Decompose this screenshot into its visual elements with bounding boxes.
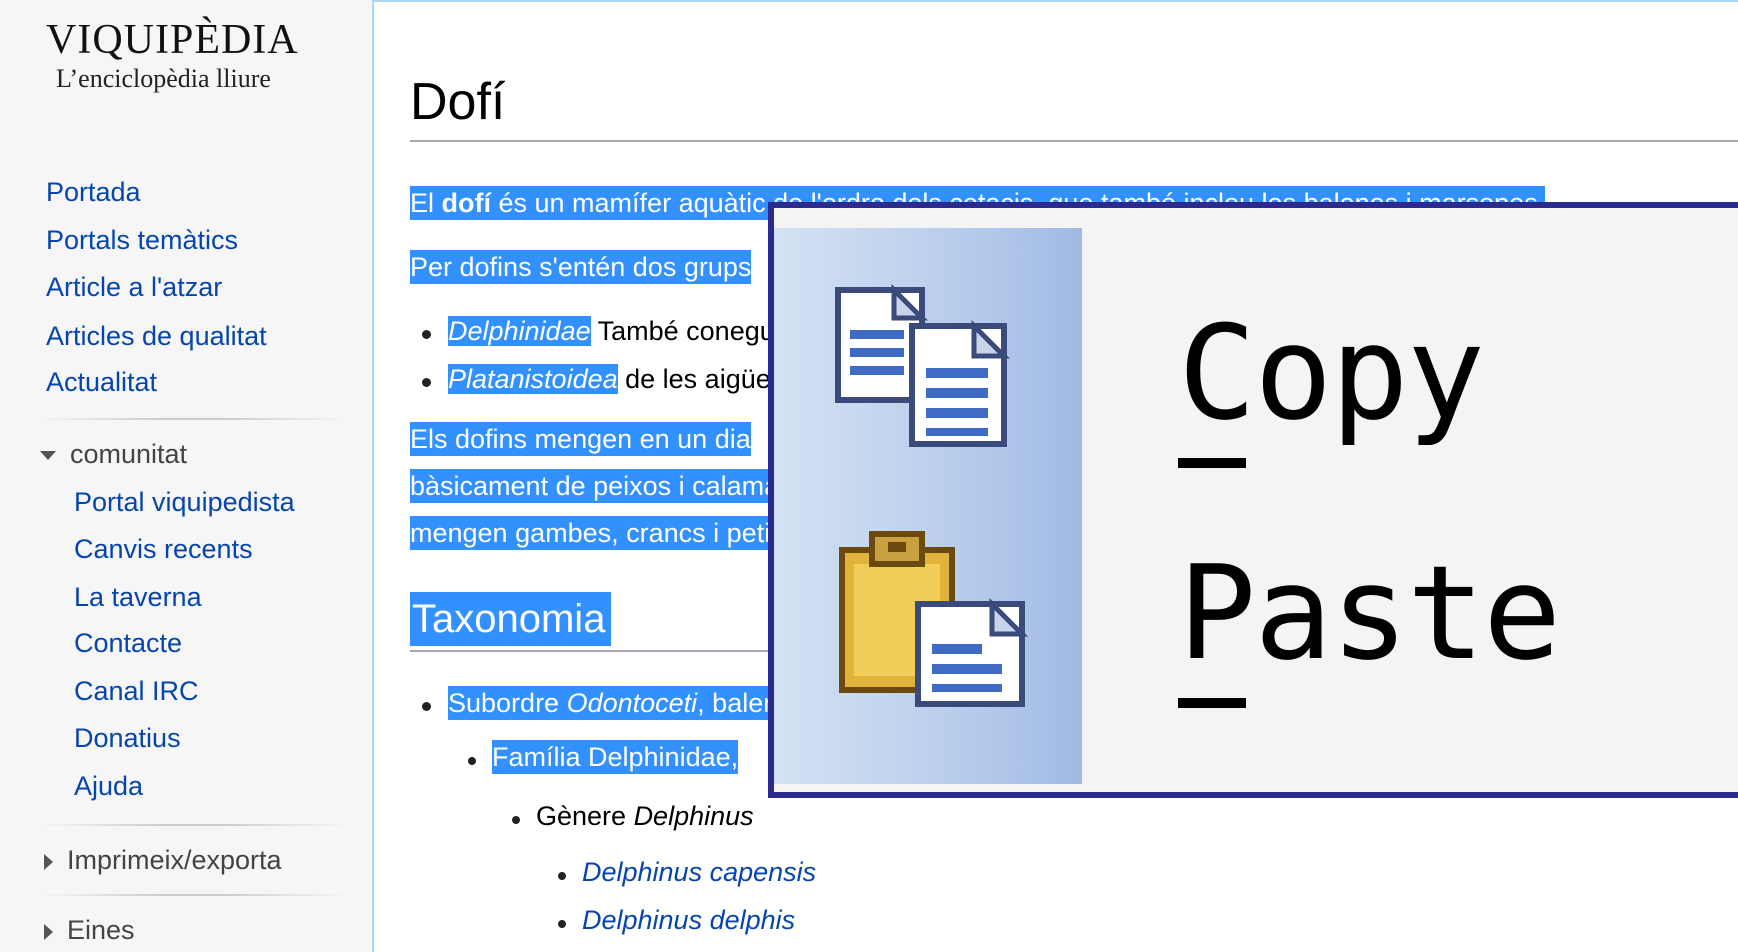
taxonomy-genus: Gènere Delphinus <box>536 799 754 833</box>
copy-icon <box>835 283 1011 447</box>
genus-name: Delphinus <box>633 801 754 831</box>
section-heading-taxonomy: Taxonomia <box>410 592 612 646</box>
context-menu: Copy Paste <box>768 202 1738 798</box>
list-item-text: També coneguts <box>590 316 796 346</box>
community-heading: comunitat <box>70 439 188 469</box>
tools-heading: Eines <box>67 915 135 945</box>
para1-pre: El <box>410 188 442 218</box>
suborder-prefix: Subordre <box>448 688 567 718</box>
logo-tagline: L’enciclopèdia lliure <box>56 64 271 93</box>
suborder-link[interactable]: Odontoceti <box>567 688 698 718</box>
page-title: Dofí <box>410 73 506 131</box>
nav-item-portada[interactable]: Portada <box>46 176 141 208</box>
list-bullet <box>468 757 476 765</box>
logo-title: VIQUIPÈDIA <box>46 17 299 63</box>
content-top-border <box>374 0 1738 2</box>
site-logo[interactable]: VIQUIPÈDIA L’enciclopèdia lliure <box>46 16 346 94</box>
sidebar: VIQUIPÈDIA L’enciclopèdia lliure Portada… <box>0 0 374 952</box>
nav-item-recent-changes[interactable]: Canvis recents <box>74 533 253 565</box>
list-item: Delphinidae També coneguts <box>448 314 796 348</box>
paste-label: Paste <box>1178 537 1561 689</box>
list-item-link[interactable]: Delphinidae <box>448 316 591 346</box>
article-paragraph-3-line: Els dofins mengen en un dia <box>410 422 751 456</box>
context-menu-copy[interactable]: Copy <box>774 228 1738 488</box>
print-export-section-toggle[interactable]: Imprimeix/exporta <box>40 844 282 876</box>
context-menu-body: Copy Paste <box>774 208 1738 792</box>
list-item-link[interactable]: Platanistoidea <box>448 364 618 394</box>
nav-item-help[interactable]: Ajuda <box>74 770 143 802</box>
nav-item-donate[interactable]: Donatius <box>74 722 181 754</box>
accelerator-underline <box>1178 698 1246 708</box>
article-paragraph-3-line: mengen gambes, crancs i petits <box>410 516 792 550</box>
taxonomy-suborder: Subordre Odontoceti, balenes <box>448 686 807 720</box>
taxonomy-species: Delphinus capensis <box>582 855 816 889</box>
nav-item-irc[interactable]: Canal IRC <box>74 675 199 707</box>
list-item-text: de les aigües <box>617 364 785 394</box>
copy-label: Copy <box>1178 297 1485 449</box>
species-link[interactable]: Delphinus capensis <box>582 857 816 887</box>
nav-item-portals[interactable]: Portals temàtics <box>46 224 238 256</box>
nav-item-current-events[interactable]: Actualitat <box>46 366 157 398</box>
article-paragraph-3-line: bàsicament de peixos i calamars <box>410 469 802 503</box>
print-export-heading: Imprimeix/exporta <box>67 845 282 875</box>
tools-section-toggle[interactable]: Eines <box>40 914 135 946</box>
list-bullet <box>558 920 566 928</box>
context-menu-paste[interactable]: Paste <box>774 508 1738 768</box>
species-link[interactable]: Delphinus delphis <box>582 905 795 935</box>
nav-item-community-portal[interactable]: Portal viquipedista <box>74 486 295 518</box>
genus-prefix: Gènere <box>536 801 634 831</box>
sidebar-separator <box>40 824 348 826</box>
nav-item-random-article[interactable]: Article a l'atzar <box>46 271 222 303</box>
list-bullet <box>558 872 566 880</box>
title-divider <box>410 140 1738 142</box>
para1-bold-term: dofí <box>441 188 491 218</box>
nav-item-contact[interactable]: Contacte <box>74 627 182 659</box>
list-bullet <box>422 378 431 387</box>
article-paragraph-2: Per dofins s'entén dos grups <box>410 250 752 284</box>
sidebar-separator <box>40 418 348 420</box>
taxonomy-species: Delphinus delphis <box>582 903 795 937</box>
list-bullet <box>422 330 431 339</box>
nav-item-quality-articles[interactable]: Articles de qualitat <box>46 320 267 352</box>
chevron-down-icon <box>40 451 56 461</box>
list-item: Platanistoidea de les aigües <box>448 362 784 396</box>
nav-item-taverna[interactable]: La taverna <box>74 581 202 613</box>
list-bullet <box>422 702 431 711</box>
accelerator-underline <box>1178 458 1246 468</box>
community-section-toggle[interactable]: comunitat <box>40 438 187 470</box>
chevron-right-icon <box>44 853 53 870</box>
chevron-right-icon <box>44 923 53 940</box>
sidebar-separator <box>40 894 348 896</box>
paste-icon <box>839 531 1029 707</box>
taxonomy-family: Família Delphinidae, <box>492 740 739 774</box>
list-bullet <box>512 816 520 824</box>
